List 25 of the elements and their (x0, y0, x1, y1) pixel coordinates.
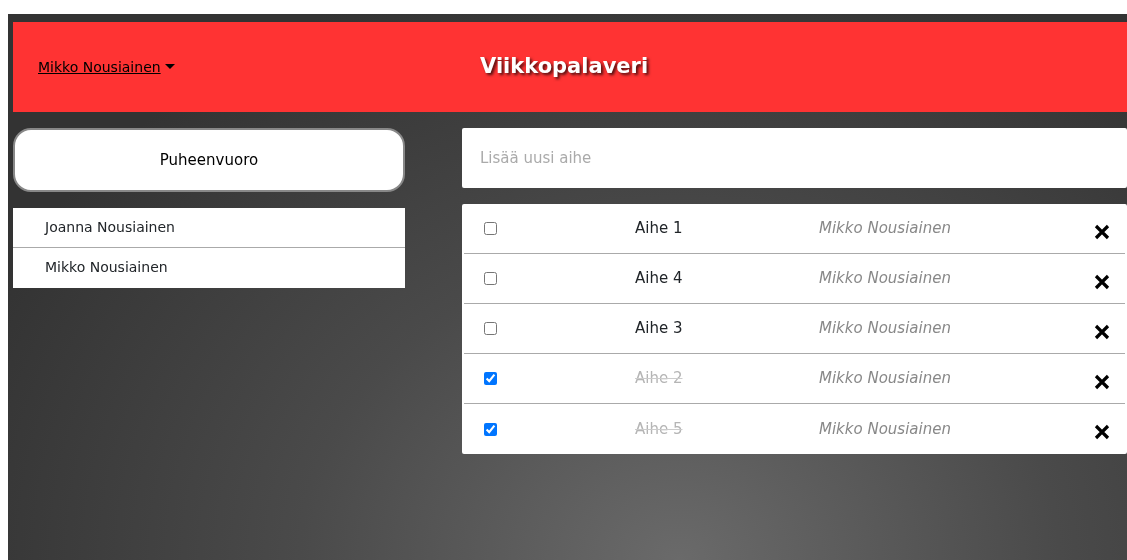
topic-author: Mikko Nousiainen (819, 369, 951, 388)
speaker-item: Mikko Nousiainen (13, 248, 405, 288)
topic-title: Aihe 3 (635, 319, 683, 338)
topic-author: Mikko Nousiainen (819, 419, 951, 438)
done-checkbox[interactable] (484, 222, 497, 235)
topic-title: Aihe 1 (635, 219, 683, 238)
new-topic-field[interactable]: Lisää uusi aihe (462, 128, 1127, 188)
delete-icon[interactable] (1094, 424, 1110, 440)
done-checkbox[interactable] (484, 422, 497, 436)
speaker-item: Joanna Nousiainen (13, 208, 405, 248)
delete-icon[interactable] (1094, 223, 1110, 240)
topic-author: Mikko Nousiainen (819, 269, 951, 288)
caret-icon (164, 64, 175, 70)
user-menu[interactable]: Mikko Nousiainen (13, 56, 480, 78)
delete-icon[interactable] (1094, 273, 1110, 290)
puheenvuoro-button[interactable]: Puheenvuoro (13, 128, 405, 192)
delete-icon[interactable] (1094, 323, 1110, 340)
done-checkbox[interactable] (484, 322, 497, 335)
topic-author: Mikko Nousiainen (819, 319, 951, 338)
done-checkbox[interactable] (484, 272, 497, 285)
topic-author: Mikko Nousiainen (819, 219, 951, 238)
done-checkbox[interactable] (484, 372, 497, 385)
delete-icon[interactable] (1094, 373, 1110, 390)
app-title: Viikkopalaveri (480, 53, 649, 81)
topic-title: Aihe 4 (635, 269, 683, 288)
